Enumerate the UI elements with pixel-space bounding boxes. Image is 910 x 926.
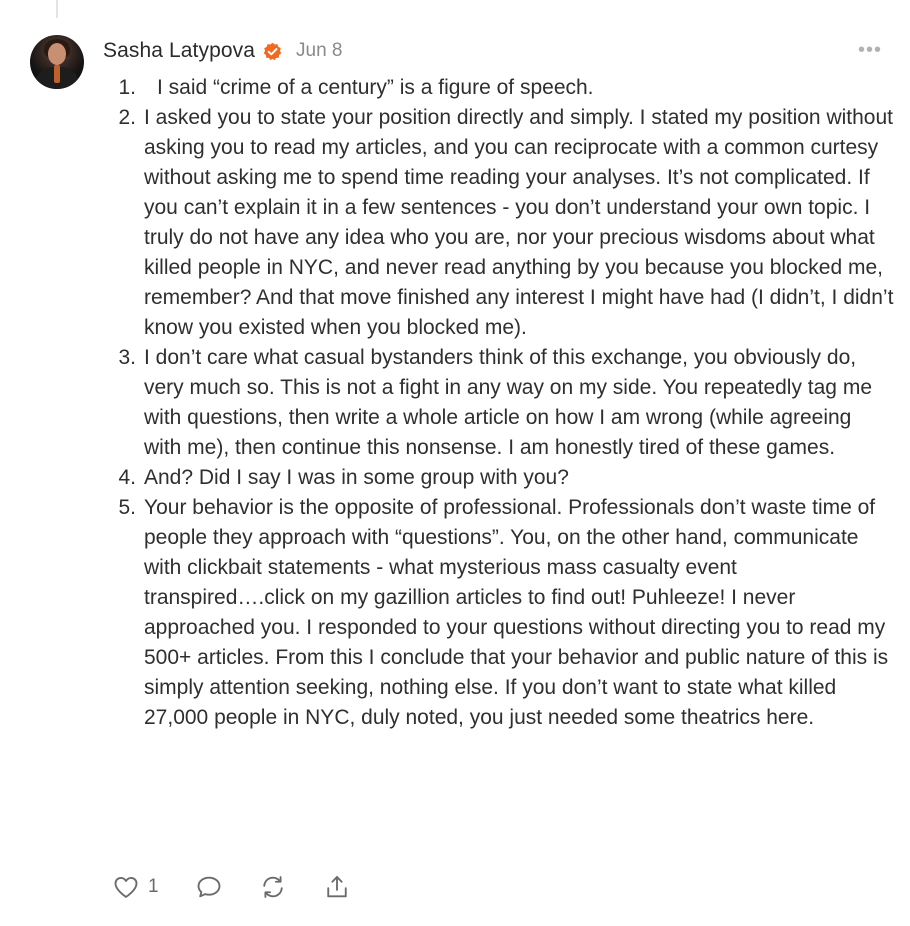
list-item-text: Your behavior is the opposite of profess…: [144, 496, 889, 729]
list-item-number: 5.: [118, 496, 136, 519]
avatar-accent: [54, 65, 60, 83]
more-options-icon[interactable]: •••: [858, 40, 881, 60]
like-button[interactable]: 1: [112, 873, 159, 901]
share-icon: [323, 873, 351, 901]
list-item-text: I asked you to state your position direc…: [144, 106, 894, 339]
share-button[interactable]: [323, 873, 351, 901]
avatar-face: [48, 43, 66, 65]
list-item-number: 1.: [118, 76, 136, 99]
list-item: 5. Your behavior is the opposite of prof…: [118, 493, 894, 733]
list-item: 4. And? Did I say I was in some group wi…: [118, 463, 894, 493]
reply-button[interactable]: [195, 873, 223, 901]
verified-badge-icon: [263, 42, 282, 61]
list-item: 2. I asked you to state your position di…: [118, 103, 894, 343]
list-item-text: I said “crime of a century” is a figure …: [157, 76, 594, 99]
restack-button[interactable]: [259, 873, 287, 901]
comment-actions: 1: [112, 872, 387, 902]
like-count: 1: [148, 876, 159, 897]
comment-date[interactable]: Jun 8: [296, 40, 342, 62]
thread-connector-line: [56, 0, 58, 18]
comment-body: 1. I said “crime of a century” is a figu…: [118, 73, 894, 733]
list-item-number: 3.: [118, 346, 136, 369]
list-item: 1. I said “crime of a century” is a figu…: [118, 73, 894, 103]
list-item-number: 4.: [118, 466, 136, 489]
list-item-text: I don’t care what casual bystanders thin…: [144, 346, 872, 459]
avatar[interactable]: [30, 35, 84, 89]
list-item-number: 2.: [118, 106, 136, 129]
heart-icon: [112, 873, 140, 901]
author-name[interactable]: Sasha Latypova: [103, 39, 255, 63]
list-item-text: And? Did I say I was in some group with …: [144, 466, 569, 489]
list-item: 3. I don’t care what casual bystanders t…: [118, 343, 894, 463]
comment-header: Sasha Latypova Jun 8: [103, 38, 343, 64]
comment-bubble-icon: [195, 873, 223, 901]
restack-icon: [259, 873, 287, 901]
